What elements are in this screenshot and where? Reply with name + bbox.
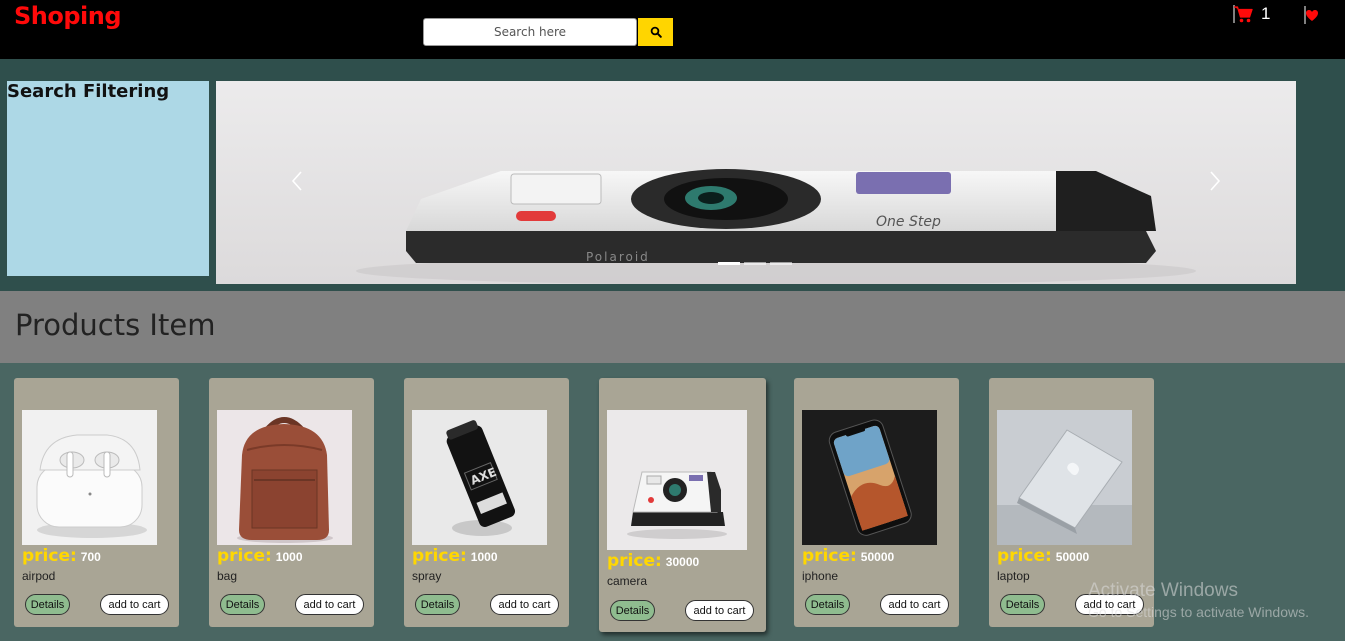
search-input[interactable] (423, 18, 637, 46)
products-header: Products Item (0, 291, 1345, 363)
top-navbar: Shoping 1 (0, 0, 1345, 59)
wishlist-button[interactable] (1304, 6, 1320, 29)
cart-icon (1233, 5, 1253, 23)
add-to-cart-button[interactable]: add to cart (490, 594, 559, 615)
add-to-cart-button[interactable]: add to cart (295, 594, 364, 615)
price-label: price: (412, 546, 467, 566)
price-value: 50000 (860, 550, 895, 564)
details-button[interactable]: Details (610, 600, 655, 621)
carousel-slide-camera: One Step Polaroid (216, 81, 1296, 284)
products-title: Products Item (15, 308, 216, 342)
add-to-cart-button[interactable]: add to cart (1075, 594, 1144, 615)
filter-title: Search Filtering (7, 81, 170, 102)
details-button[interactable]: Details (805, 594, 850, 615)
chevron-left-icon[interactable] (290, 169, 304, 193)
search-icon (650, 26, 662, 38)
product-name: airpod (22, 569, 56, 583)
cart-button[interactable]: 1 (1233, 4, 1270, 24)
brand-logo[interactable]: Shoping (14, 2, 122, 30)
product-price: price: 1000 (412, 546, 498, 566)
product-price: price: 50000 (802, 546, 894, 566)
product-price: price: 30000 (607, 551, 699, 571)
product-card: price: 30000 camera Details add to cart (599, 378, 766, 632)
price-value: 700 (80, 550, 101, 564)
carousel-indicator[interactable] (744, 262, 766, 265)
image-carousel[interactable]: One Step Polaroid (216, 81, 1296, 284)
product-card: price: 700 airpod Details add to cart (14, 378, 179, 627)
product-image (607, 410, 747, 550)
details-button[interactable]: Details (1000, 594, 1045, 615)
chevron-right-icon[interactable] (1208, 169, 1222, 193)
details-button[interactable]: Details (25, 594, 70, 615)
product-image (22, 410, 157, 545)
price-label: price: (997, 546, 1052, 566)
product-card: price: 50000 laptop Details add to cart (989, 378, 1154, 627)
details-button[interactable]: Details (220, 594, 265, 615)
product-name: camera (607, 574, 648, 588)
svg-text:Polaroid: Polaroid (586, 250, 650, 264)
product-image (997, 410, 1132, 545)
search-button[interactable] (638, 18, 673, 46)
cart-count: 1 (1261, 4, 1271, 23)
carousel-indicator[interactable] (718, 262, 740, 265)
product-name: spray (412, 569, 442, 583)
details-button[interactable]: Details (415, 594, 460, 615)
price-value: 1000 (275, 550, 303, 564)
product-card: price: 50000 iphone Details add to cart (794, 378, 959, 627)
price-value: 50000 (1055, 550, 1090, 564)
price-value: 1000 (470, 550, 498, 564)
carousel-indicators (718, 262, 792, 265)
heart-icon (1304, 6, 1318, 24)
price-label: price: (22, 546, 77, 566)
svg-text:One Step: One Step (876, 214, 941, 230)
product-image (217, 410, 352, 545)
price-label: price: (607, 551, 662, 571)
product-image (802, 410, 937, 545)
product-card: AXE price: 1000 spray Details add to car… (404, 378, 569, 627)
product-price: price: 50000 (997, 546, 1089, 566)
price-value: 30000 (665, 555, 700, 569)
product-name: iphone (802, 569, 839, 583)
product-card: price: 1000 bag Details add to cart (209, 378, 374, 627)
product-price: price: 700 (22, 546, 101, 566)
add-to-cart-button[interactable]: add to cart (685, 600, 754, 621)
product-price: price: 1000 (217, 546, 303, 566)
price-label: price: (217, 546, 272, 566)
product-name: laptop (997, 569, 1030, 583)
search-filter-panel: Search Filtering (7, 81, 209, 276)
price-label: price: (802, 546, 857, 566)
product-name: bag (217, 569, 238, 583)
carousel-indicator[interactable] (770, 262, 792, 265)
add-to-cart-button[interactable]: add to cart (880, 594, 949, 615)
add-to-cart-button[interactable]: add to cart (100, 594, 169, 615)
product-image: AXE (412, 410, 547, 545)
